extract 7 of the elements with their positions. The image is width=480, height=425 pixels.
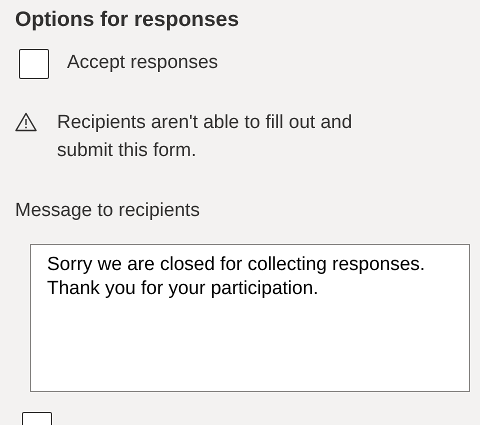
accept-responses-checkbox[interactable] <box>19 48 49 78</box>
message-input-field[interactable]: Sorry we are closed for collecting responses. Thank you for your participation. <box>30 244 470 392</box>
field-label: Message to recipients <box>15 198 201 222</box>
warning-text: Recipients aren't able to fill out and submit this form. <box>57 110 354 162</box>
checkbox-label: Accept responses <box>67 51 218 76</box>
section-title: Options for responses <box>15 7 240 33</box>
warning-icon <box>15 112 37 132</box>
